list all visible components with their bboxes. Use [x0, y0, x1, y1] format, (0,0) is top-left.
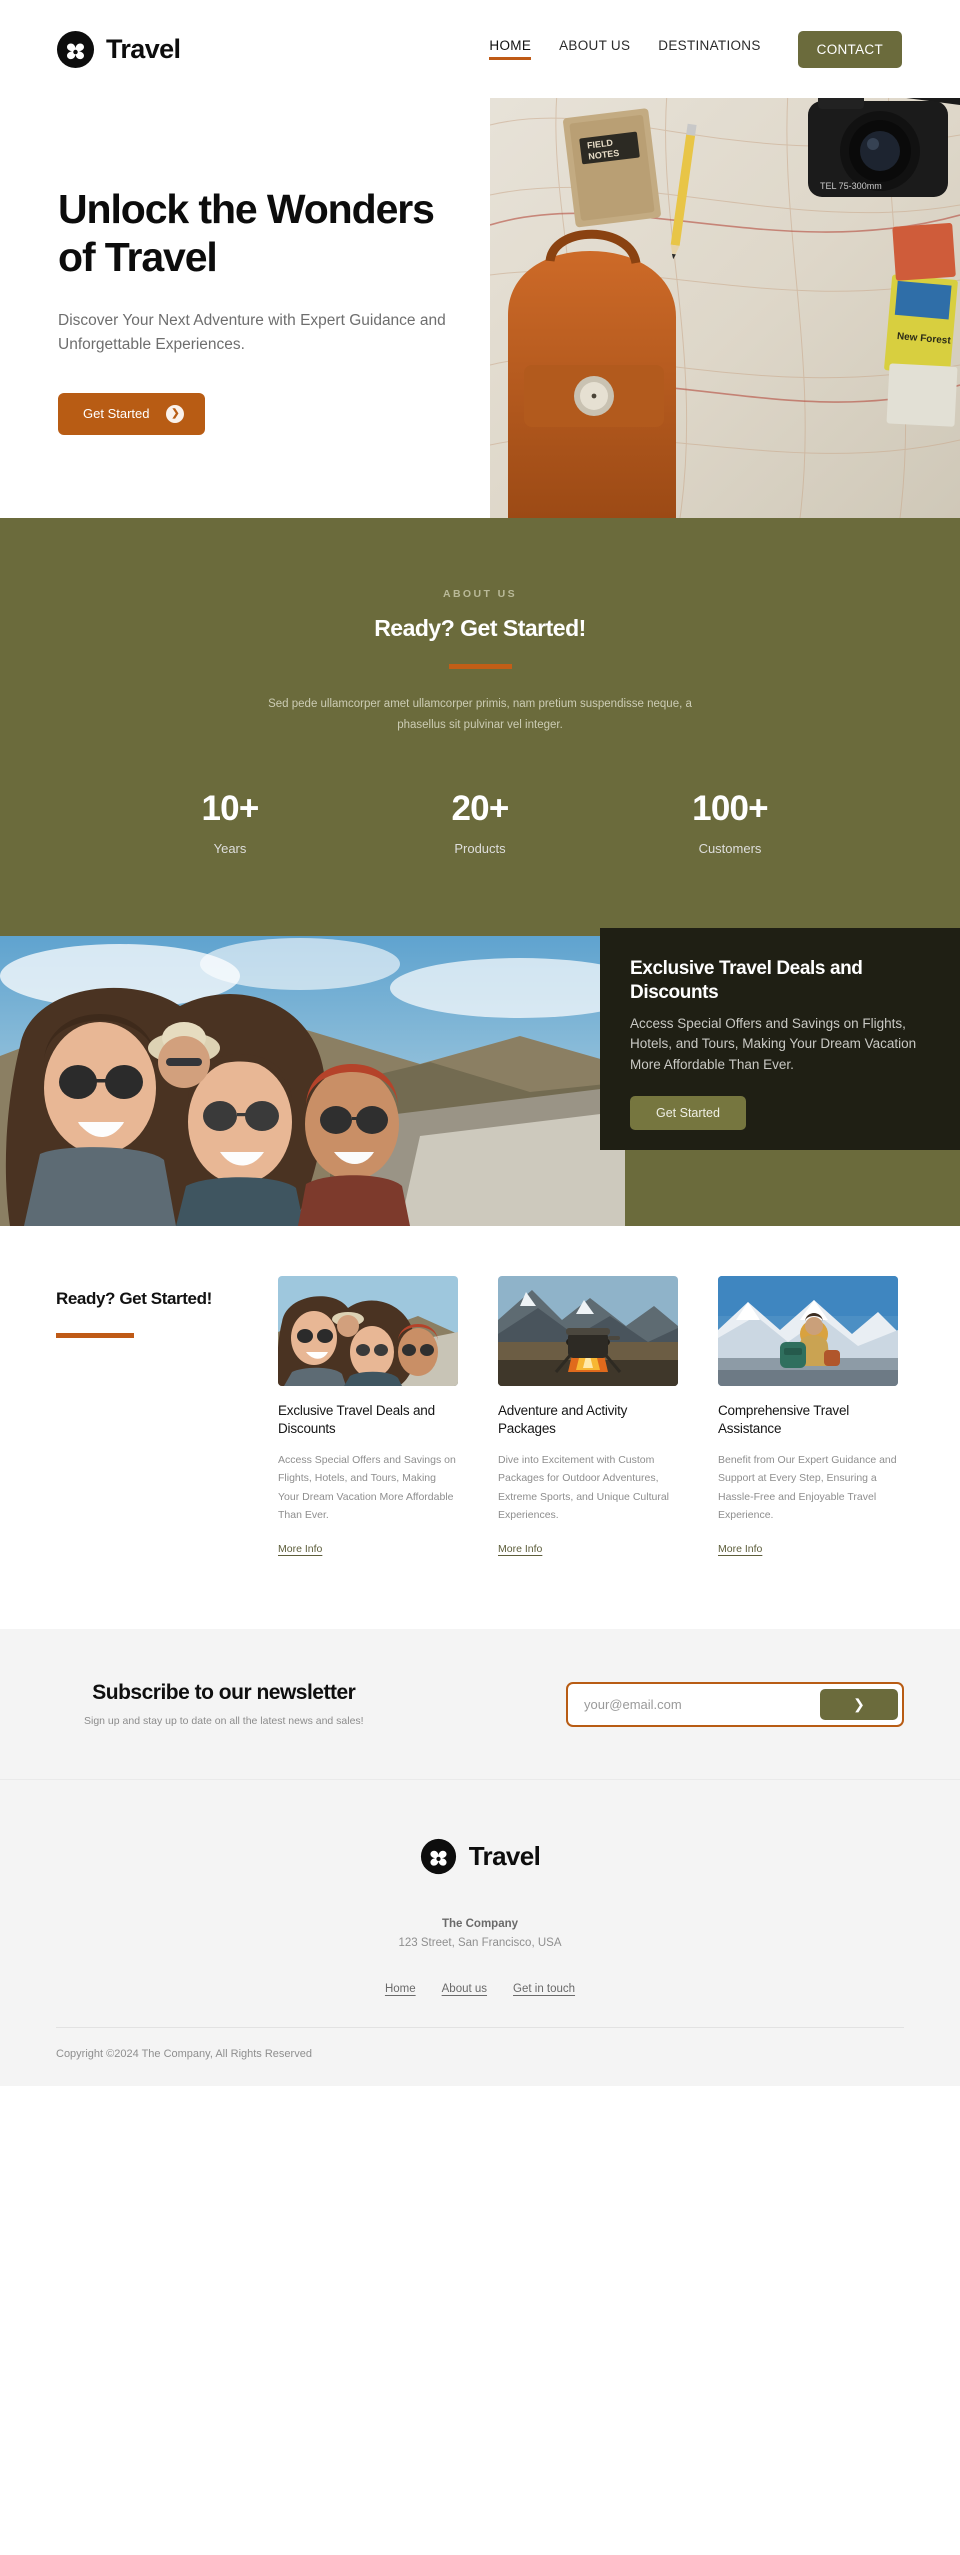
service-card-title: Adventure and Activity Packages [498, 1402, 628, 1436]
service-card-text: Access Special Offers and Savings on Fli… [278, 1453, 456, 1522]
about-eyebrow: ABOUT US [442, 588, 518, 600]
about-body-text: Sed pede ullamcorper amet ullamcorper pr… [268, 698, 692, 732]
stats-row: 10+ Years 20+ Products 100+ Customers [0, 789, 960, 936]
hero-image: NIKON TEL 75-300mm FIELD NOTES [490, 65, 960, 518]
nav-item-home[interactable]: HOME [489, 38, 531, 60]
newsletter-subtitle: Sign up and stay up to date on all the l… [84, 1715, 364, 1728]
about-title: Ready? Get Started! [374, 615, 586, 641]
showcase-get-started-button[interactable]: Get Started [630, 1096, 746, 1131]
showcase-card-text: Access Special Offers and Savings on Fli… [630, 1015, 917, 1072]
stat-products-label: Products [454, 840, 506, 856]
stat-customers-label: Customers [698, 840, 762, 856]
about-section: ABOUT US Ready? Get Started! Sed pede ul… [0, 518, 960, 936]
services-heading: Ready? Get Started! [56, 1288, 212, 1308]
service-card-more-info-link[interactable]: More Info [278, 1543, 322, 1555]
brand-logo[interactable]: Travel [56, 30, 181, 69]
hero-title-line-2: of Travel [58, 233, 218, 280]
brand-name: Travel [106, 33, 181, 64]
hero-get-started-label: Get Started [83, 406, 150, 422]
service-card-more-info-link[interactable]: More Info [718, 1543, 762, 1555]
services-card-list: Exclusive Travel Deals and Discounts Acc… [278, 1275, 904, 1558]
clover-circle-logo-icon [56, 30, 95, 68]
stat-years-label: Years [213, 840, 247, 856]
hero-title: Unlock the Wonders of Travel [58, 186, 478, 282]
service-card-title: Exclusive Travel Deals and Discounts [278, 1402, 435, 1436]
showcase-card: Exclusive Travel Deals and Discounts Acc… [600, 927, 960, 1150]
showcase-section: Exclusive Travel Deals and Discounts Acc… [0, 927, 960, 1226]
service-card[interactable]: Exclusive Travel Deals and Discounts Acc… [278, 1275, 458, 1558]
service-card-text: Benefit from Our Expert Guidance and Sup… [718, 1453, 897, 1522]
service-card-title: Comprehensive Travel Assistance [718, 1402, 850, 1436]
services-heading-block: Ready? Get Started! [56, 1276, 278, 1558]
site-header: Travel HOME ABOUT US DESTINATIONS CONTAC… [0, 0, 960, 98]
stat-years: 10+ Years [160, 789, 300, 856]
footer-link-home[interactable]: Home [385, 1983, 416, 1995]
newsletter-copy: Subscribe to our newsletter Sign up and … [56, 1681, 364, 1727]
chevron-right-circle-icon: ❯ [166, 404, 185, 423]
service-card-image [718, 1275, 898, 1386]
footer-link-about-us[interactable]: About us [442, 1983, 487, 1995]
footer-link-get-in-touch[interactable]: Get in touch [513, 1983, 575, 1995]
stat-products-value: 20+ [451, 788, 510, 828]
clover-circle-logo-icon [420, 1839, 456, 1875]
chevron-right-icon: ❯ [853, 1695, 865, 1712]
stat-products: 20+ Products [410, 789, 550, 856]
newsletter-section: Subscribe to our newsletter Sign up and … [0, 1629, 960, 1780]
showcase-card-title: Exclusive Travel Deals and Discounts [630, 957, 863, 1004]
newsletter-submit-button[interactable]: ❯ [820, 1688, 898, 1720]
hero-title-line-1: Unlock the Wonders [58, 186, 435, 232]
hero-get-started-button[interactable]: Get Started ❯ [58, 392, 206, 435]
footer-links: Home About us Get in touch [56, 1983, 904, 1995]
footer-company-name: The Company [441, 1918, 519, 1931]
stat-years-value: 10+ [201, 788, 260, 828]
hero-subtitle: Discover Your Next Adventure with Expert… [58, 311, 446, 353]
newsletter-form: ❯ [566, 1681, 904, 1727]
nav-item-about-us[interactable]: ABOUT US [559, 38, 630, 60]
contact-button[interactable]: CONTACT [797, 30, 902, 68]
site-footer: Travel The Company 123 Street, San Franc… [0, 1779, 960, 2087]
service-card[interactable]: Comprehensive Travel Assistance Benefit … [718, 1275, 898, 1558]
service-card[interactable]: Adventure and Activity Packages Dive int… [498, 1275, 678, 1558]
about-accent-rule [448, 664, 512, 669]
footer-brand-name: Travel [468, 1841, 541, 1872]
footer-address: 123 Street, San Francisco, USA [398, 1937, 562, 1950]
newsletter-email-input[interactable] [572, 1687, 820, 1721]
stat-customers: 100+ Customers [660, 789, 800, 856]
svg-text:TEL 75-300mm: TEL 75-300mm [820, 181, 882, 191]
hero-section: NIKON TEL 75-300mm FIELD NOTES [0, 65, 960, 518]
showcase-image [0, 935, 625, 1226]
services-section: Ready? Get Started! Exclusive Travel Dea… [0, 1225, 960, 1630]
service-card-text: Dive into Excitement with Custom Package… [498, 1453, 669, 1522]
main-navigation: HOME ABOUT US DESTINATIONS CONTACT [489, 30, 902, 68]
footer-copyright: Copyright ©2024 The Company, All Rights … [56, 2048, 312, 2061]
stat-customers-value: 100+ [692, 788, 768, 828]
footer-brand[interactable]: Travel [420, 1838, 541, 1875]
service-card-image [498, 1275, 678, 1386]
newsletter-title: Subscribe to our newsletter [92, 1681, 356, 1705]
service-card-more-info-link[interactable]: More Info [498, 1543, 542, 1555]
service-card-image [278, 1275, 458, 1386]
nav-item-destinations[interactable]: DESTINATIONS [658, 38, 760, 60]
hero-copy: Unlock the Wonders of Travel Discover Yo… [58, 186, 478, 435]
services-accent-rule [56, 1333, 134, 1339]
